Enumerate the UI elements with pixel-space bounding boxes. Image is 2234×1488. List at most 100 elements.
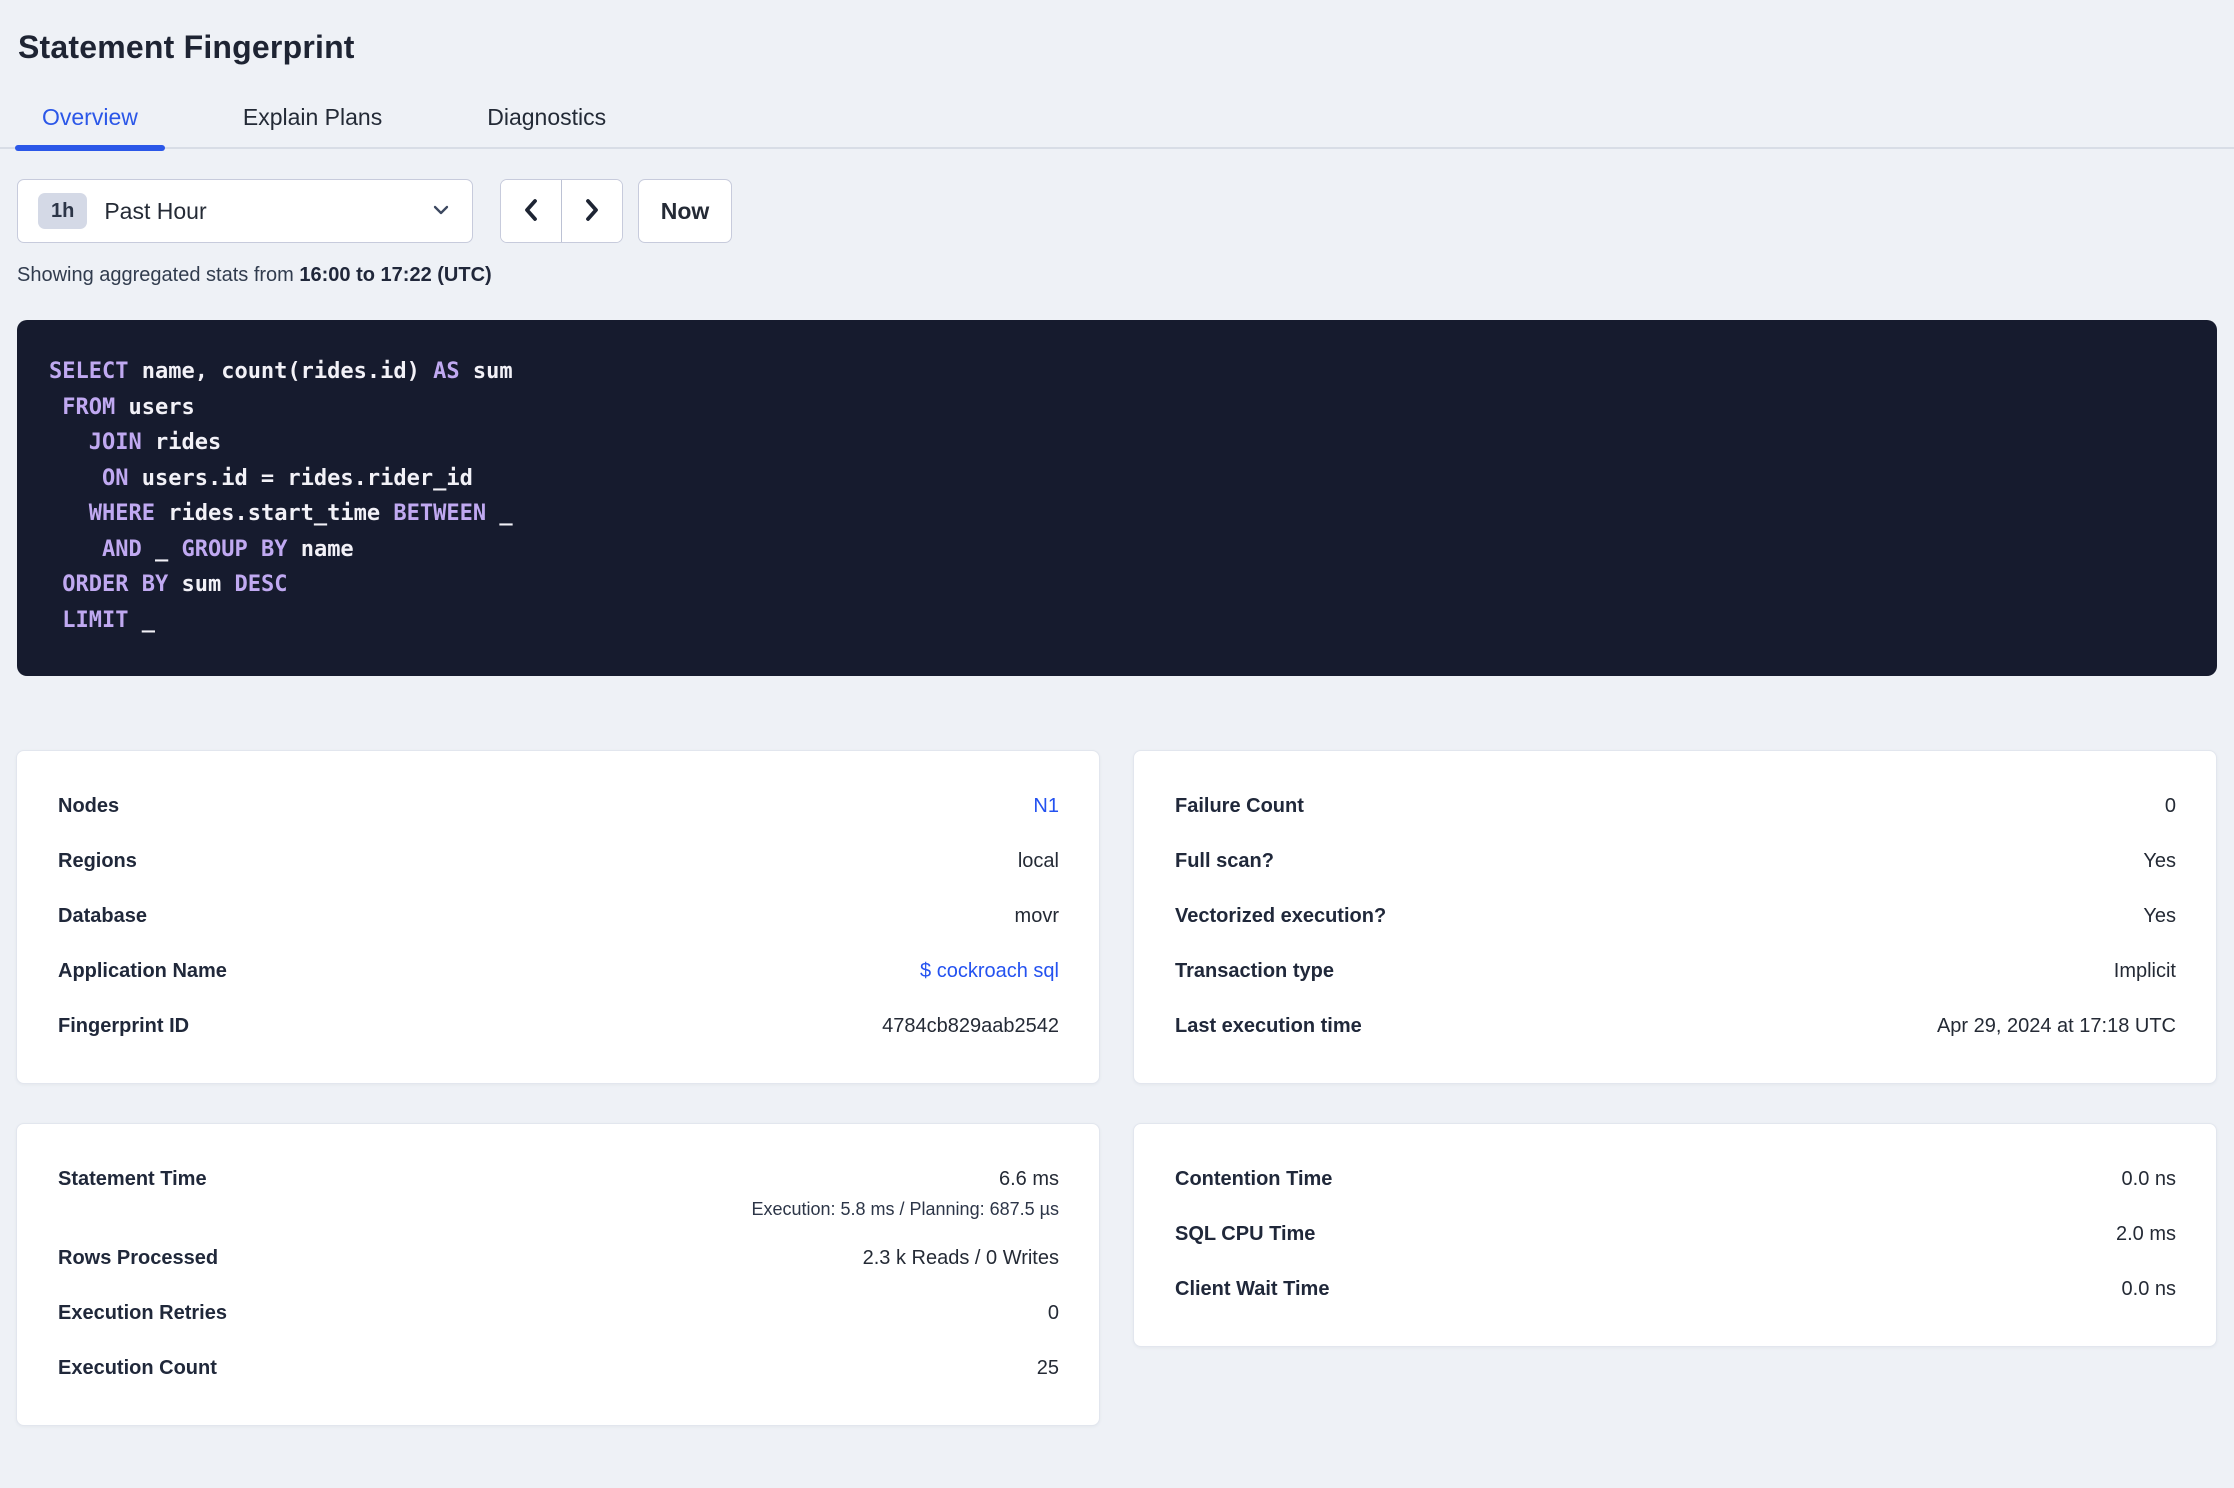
sql-keyword: DESC	[234, 572, 288, 597]
sql-text: users	[115, 394, 195, 420]
row-label: Client Wait Time	[1175, 1278, 1330, 1300]
sql-keyword: GROUP BY	[181, 536, 288, 562]
row-label: Execution Count	[58, 1357, 217, 1379]
row-value: movr	[1014, 905, 1059, 927]
info-cards-row-1: Nodes N1 Regions local Database movr Applicati…	[16, 750, 2234, 1084]
info-row: SQL CPU Time 2.0 ms	[1175, 1208, 2176, 1263]
tab-diagnostics[interactable]: Diagnostics	[460, 106, 633, 151]
sql-text: _	[128, 607, 155, 633]
row-value: Apr 29, 2024 at 17:18 UTC	[1936, 1015, 2176, 1037]
sql-text: sum	[459, 359, 513, 384]
sql-keyword: JOIN	[88, 430, 142, 455]
info-row: Full scan? Yes	[1175, 835, 2176, 890]
statement-times-card: Statement Time 6.6 ms Execution: 5.8 ms / …	[16, 1123, 1100, 1426]
row-value-wrap: 25	[1037, 1358, 1059, 1379]
row-value: Yes	[2143, 850, 2176, 872]
statement-fingerprint-page: Statement Fingerprint Overview Explain P…	[0, 30, 2234, 1488]
info-row: Rows Processed 2.3 k Reads / 0 Writes	[58, 1232, 1059, 1287]
row-value-wrap: 2.3 k Reads / 0 Writes	[863, 1248, 1059, 1269]
row-value: 2.0 ms	[2115, 1223, 2176, 1245]
row-value-wrap: Apr 29, 2024 at 17:18 UTC	[1937, 1016, 2176, 1037]
sql-keyword: FROM	[62, 394, 116, 420]
row-label: Fingerprint ID	[58, 1015, 190, 1037]
wait-times-card: Contention Time 0.0 ns SQL CPU Time 2.0 ms C…	[1133, 1123, 2217, 1347]
sql-line: LIMIT _	[49, 603, 2185, 639]
tab-explain-plans[interactable]: Explain Plans	[216, 106, 409, 151]
row-label: Regions	[58, 850, 137, 872]
row-value-wrap: $ cockroach sql	[920, 961, 1059, 982]
sql-keyword: WHERE	[88, 501, 155, 526]
row-value: 0.0 ns	[2121, 1278, 2176, 1300]
sql-line: ON users.id = rides.rider_id	[49, 461, 2185, 497]
row-value-wrap: 0.0 ns	[2122, 1279, 2176, 1300]
row-value: 25	[1036, 1357, 1059, 1379]
row-value-wrap: 6.6 ms Execution: 5.8 ms / Planning: 687.…	[751, 1169, 1059, 1232]
row-label: Failure Count	[1175, 795, 1304, 817]
row-value-wrap: Implicit	[2114, 961, 2176, 982]
sql-text: users.id = rides.rider_id	[128, 465, 473, 491]
row-value-wrap: 0.0 ns	[2122, 1169, 2176, 1190]
time-prev-button[interactable]	[501, 180, 562, 242]
row-label: Contention Time	[1175, 1168, 1333, 1190]
sql-keyword: ON	[101, 465, 129, 491]
info-row: Regions local	[58, 835, 1059, 890]
info-row: Client Wait Time 0.0 ns	[1175, 1263, 2176, 1318]
row-label: Execution Retries	[58, 1302, 227, 1324]
row-value-wrap: 0	[1048, 1303, 1059, 1324]
execution-attributes-card: Failure Count 0 Full scan? Yes Vectorized ex…	[1133, 750, 2217, 1084]
time-range-dropdown[interactable]: 1h Past Hour	[17, 179, 473, 243]
sql-keyword: AS	[433, 359, 460, 384]
info-row: Application Name $ cockroach sql	[58, 945, 1059, 1000]
sql-keyword: AND	[101, 536, 142, 562]
sql-keyword: SELECT	[49, 359, 129, 384]
sql-line: JOIN rides	[49, 425, 2185, 461]
info-row: Database movr	[58, 890, 1059, 945]
row-label: Transaction type	[1175, 960, 1334, 982]
time-interval-badge: 1h	[38, 193, 88, 229]
aggregation-range: 16:00 to 17:22 (UTC)	[299, 264, 492, 286]
sql-text: name	[287, 536, 354, 562]
sql-keyword: ORDER BY	[62, 572, 169, 597]
row-label: Rows Processed	[58, 1247, 219, 1269]
time-toolbar: 1h Past Hour Now	[17, 179, 2234, 243]
tab-bar: Overview Explain Plans Diagnostics	[0, 106, 2234, 151]
aggregation-note-prefix: Showing aggregated stats from	[17, 264, 300, 286]
page-title: Statement Fingerprint	[18, 29, 355, 65]
info-cards-row-2: Statement Time 6.6 ms Execution: 5.8 ms / …	[16, 1123, 2234, 1426]
info-row: Nodes N1	[58, 780, 1059, 835]
row-value: 0	[2164, 795, 2176, 817]
row-subvalue: Execution: 5.8 ms / Planning: 687.5 µs	[751, 1199, 1059, 1219]
sql-keyword: BETWEEN	[393, 501, 487, 526]
sql-text: _	[486, 501, 513, 526]
tab-overview[interactable]: Overview	[15, 106, 165, 151]
row-value: Yes	[2143, 905, 2176, 927]
time-next-button[interactable]	[562, 180, 622, 242]
sql-text: rides	[141, 430, 222, 455]
sql-line: AND _ GROUP BY name	[49, 532, 2185, 568]
sql-text: name, count(rides.id)	[128, 359, 434, 384]
row-value-wrap: movr	[1015, 906, 1059, 927]
info-row: Vectorized execution? Yes	[1175, 890, 2176, 945]
row-value-wrap: local	[1018, 851, 1059, 872]
row-label: Database	[58, 905, 147, 927]
sql-line: WHERE rides.start_time BETWEEN _	[49, 496, 2185, 532]
row-label: Nodes	[58, 795, 120, 817]
chevron-down-icon	[430, 199, 452, 224]
chevron-left-icon	[520, 196, 542, 227]
row-value-wrap: Yes	[2143, 851, 2176, 872]
info-row: Last execution time Apr 29, 2024 at 17:18…	[1175, 1000, 2176, 1055]
sql-text: sum	[168, 572, 235, 597]
now-button[interactable]: Now	[638, 179, 732, 243]
chevron-right-icon	[581, 196, 603, 227]
info-row: Fingerprint ID 4784cb829aab2542	[58, 1000, 1059, 1055]
row-value-link[interactable]: N1	[1033, 796, 1059, 817]
row-value: Implicit	[2113, 960, 2176, 982]
row-value: 6.6 ms	[998, 1168, 1059, 1190]
time-step-button-group	[500, 179, 623, 243]
row-value-link[interactable]: $ cockroach sql	[920, 961, 1059, 982]
row-label: SQL CPU Time	[1175, 1223, 1316, 1245]
aggregation-note: Showing aggregated stats from 16:00 to 1…	[17, 265, 2234, 285]
row-value-wrap: 2.0 ms	[2116, 1224, 2176, 1245]
row-label: Vectorized execution?	[1175, 905, 1387, 927]
info-row: Transaction type Implicit	[1175, 945, 2176, 1000]
